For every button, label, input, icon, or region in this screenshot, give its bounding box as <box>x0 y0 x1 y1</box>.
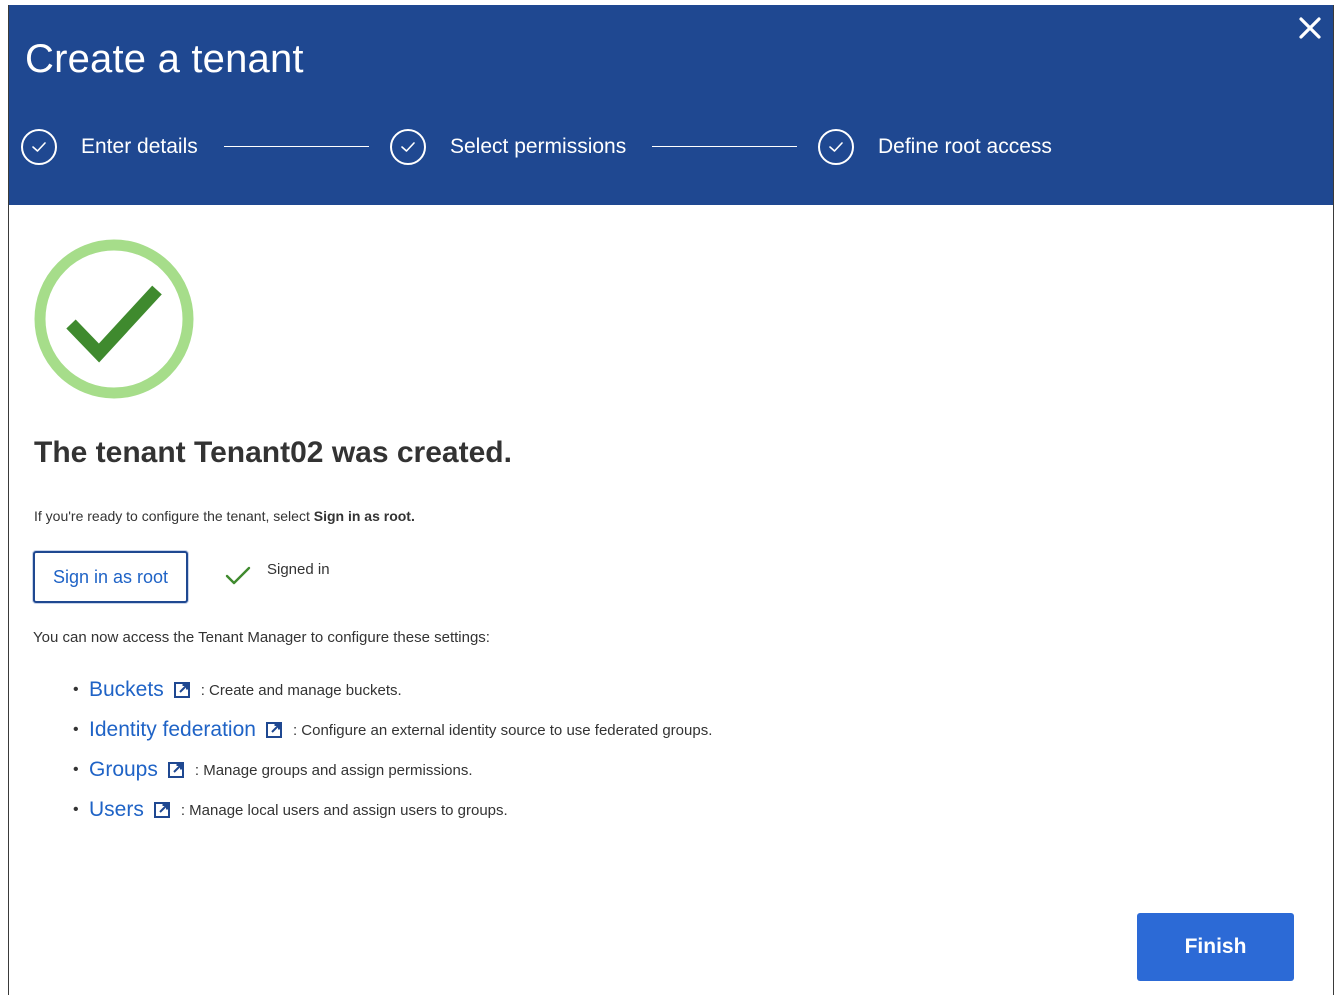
link-description: : Manage groups and assign permissions. <box>194 761 473 779</box>
settings-link-list: • Buckets : Create and manage buckets. •… <box>73 670 712 830</box>
check-circle-icon <box>818 129 854 165</box>
intro-prefix: If you're ready to configure the tenant,… <box>34 508 314 524</box>
close-icon <box>1299 17 1321 39</box>
external-link-icon[interactable] <box>167 761 185 779</box>
list-item: • Identity federation : Configure an ext… <box>73 718 713 742</box>
step-select-permissions: Select permissions <box>390 127 626 167</box>
check-circle-icon <box>390 129 426 165</box>
step-enter-details: Enter details <box>21 127 198 167</box>
list-item: • Groups : Manage groups and assign perm… <box>73 758 473 782</box>
intro-text: If you're ready to configure the tenant,… <box>34 508 415 524</box>
list-item: • Users : Manage local users and assign … <box>73 798 508 822</box>
step-connector <box>224 146 369 147</box>
external-link-icon[interactable] <box>265 721 283 739</box>
finish-button[interactable]: Finish <box>1137 913 1294 981</box>
step-connector <box>652 146 797 147</box>
external-link-icon[interactable] <box>173 681 191 699</box>
link-description: : Create and manage buckets. <box>200 681 402 699</box>
groups-link[interactable]: Groups <box>89 758 158 782</box>
list-item: • Buckets : Create and manage buckets. <box>73 678 402 702</box>
access-text: You can now access the Tenant Manager to… <box>33 629 490 646</box>
dialog-title: Create a tenant <box>25 37 304 81</box>
identity-federation-link[interactable]: Identity federation <box>89 718 256 742</box>
users-link[interactable]: Users <box>89 798 144 822</box>
link-description: : Configure an external identity source … <box>292 721 713 739</box>
dialog-header: Create a tenant Enter details Select per… <box>9 5 1333 205</box>
buckets-link[interactable]: Buckets <box>89 678 164 702</box>
link-description: : Manage local users and assign users to… <box>180 801 508 819</box>
success-check-icon <box>34 239 194 399</box>
intro-bold: Sign in as root. <box>313 508 415 524</box>
external-link-icon[interactable] <box>153 801 171 819</box>
check-circle-icon <box>21 129 57 165</box>
step-label: Select permissions <box>450 135 627 158</box>
wizard-steps: Enter details Select permissions Define … <box>21 127 1121 167</box>
signed-in-check-icon <box>225 566 251 585</box>
close-button[interactable] <box>1295 13 1325 43</box>
sign-in-as-root-button[interactable]: Sign in as root <box>33 551 188 603</box>
signed-in-status: Signed in <box>267 561 330 578</box>
step-label: Enter details <box>81 135 198 158</box>
create-tenant-dialog: Create a tenant Enter details Select per… <box>8 5 1334 995</box>
result-heading: The tenant Tenant02 was created. <box>34 436 512 469</box>
step-label: Define root access <box>878 135 1052 158</box>
step-define-root-access: Define root access <box>818 127 1052 167</box>
